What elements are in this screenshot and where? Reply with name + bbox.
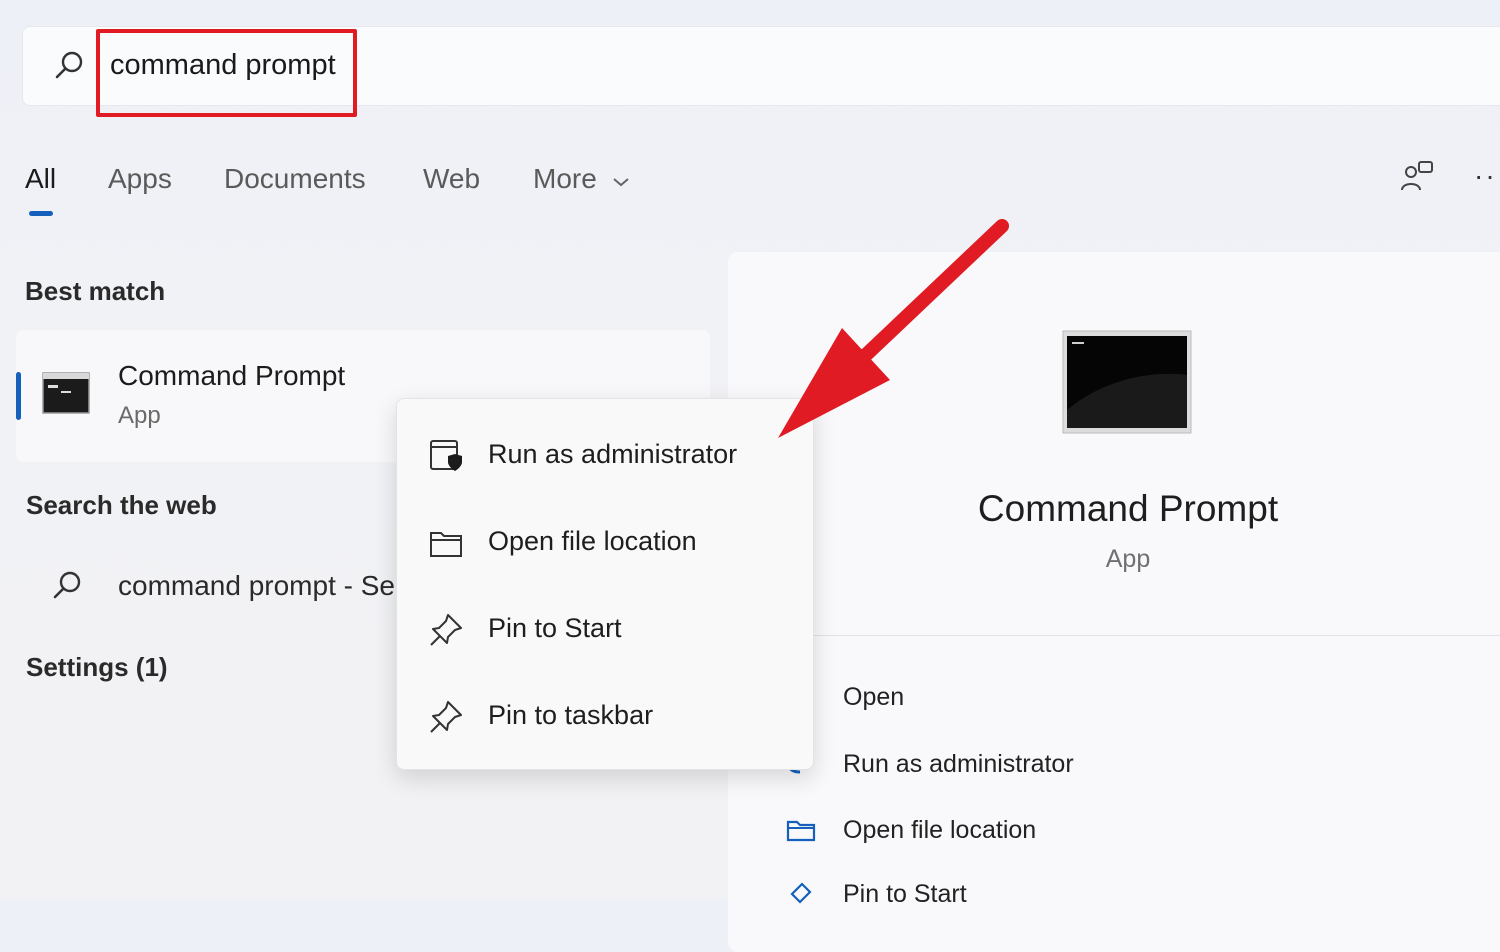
action-open-file-location[interactable]: Open file location [843,816,1036,845]
divider [812,635,1500,636]
menu-item-label: Pin to taskbar [488,700,654,730]
tab-documents[interactable]: Documents [224,163,366,195]
more-options-button[interactable]: ·· [1474,160,1497,192]
menu-item-label: Open file location [488,526,697,556]
shield-app-icon [430,440,462,471]
best-match-title: Command Prompt [118,360,346,391]
detail-title: Command Prompt [977,488,1279,529]
action-run-as-administrator[interactable]: Run as administrator [843,750,1074,779]
web-search-result[interactable]: command prompt - See web results [118,570,398,602]
detail-subtitle: App [1105,545,1151,573]
pin-icon [430,701,462,733]
tab-all[interactable]: All [25,163,56,195]
selection-indicator [16,372,21,420]
search-icon [53,571,81,599]
best-match-subtitle: App [118,402,161,429]
search-icon [55,51,83,79]
folder-icon [430,532,462,557]
feedback-icon[interactable] [1398,158,1436,196]
annotation-arrow-icon [778,219,1009,438]
tab-web[interactable]: Web [423,163,480,195]
command-prompt-icon [1062,330,1192,434]
best-match-heading: Best match [25,276,166,306]
folder-icon [786,820,816,842]
action-open[interactable]: Open [843,683,904,712]
search-web-heading: Search the web [26,490,217,520]
command-prompt-icon [42,372,90,414]
action-pin-to-start[interactable]: Pin to Start [843,880,967,909]
menu-item-label: Run as administrator [488,439,738,469]
search-highlight-box [96,29,357,117]
tab-more[interactable]: More [533,163,597,195]
pin-icon [430,614,462,646]
tab-active-indicator [29,211,53,216]
chevron-down-icon[interactable] [612,176,630,188]
tab-apps[interactable]: Apps [108,163,172,195]
settings-heading[interactable]: Settings (1) [26,652,168,683]
menu-item-label: Pin to Start [488,613,622,643]
pin-icon [790,882,812,904]
